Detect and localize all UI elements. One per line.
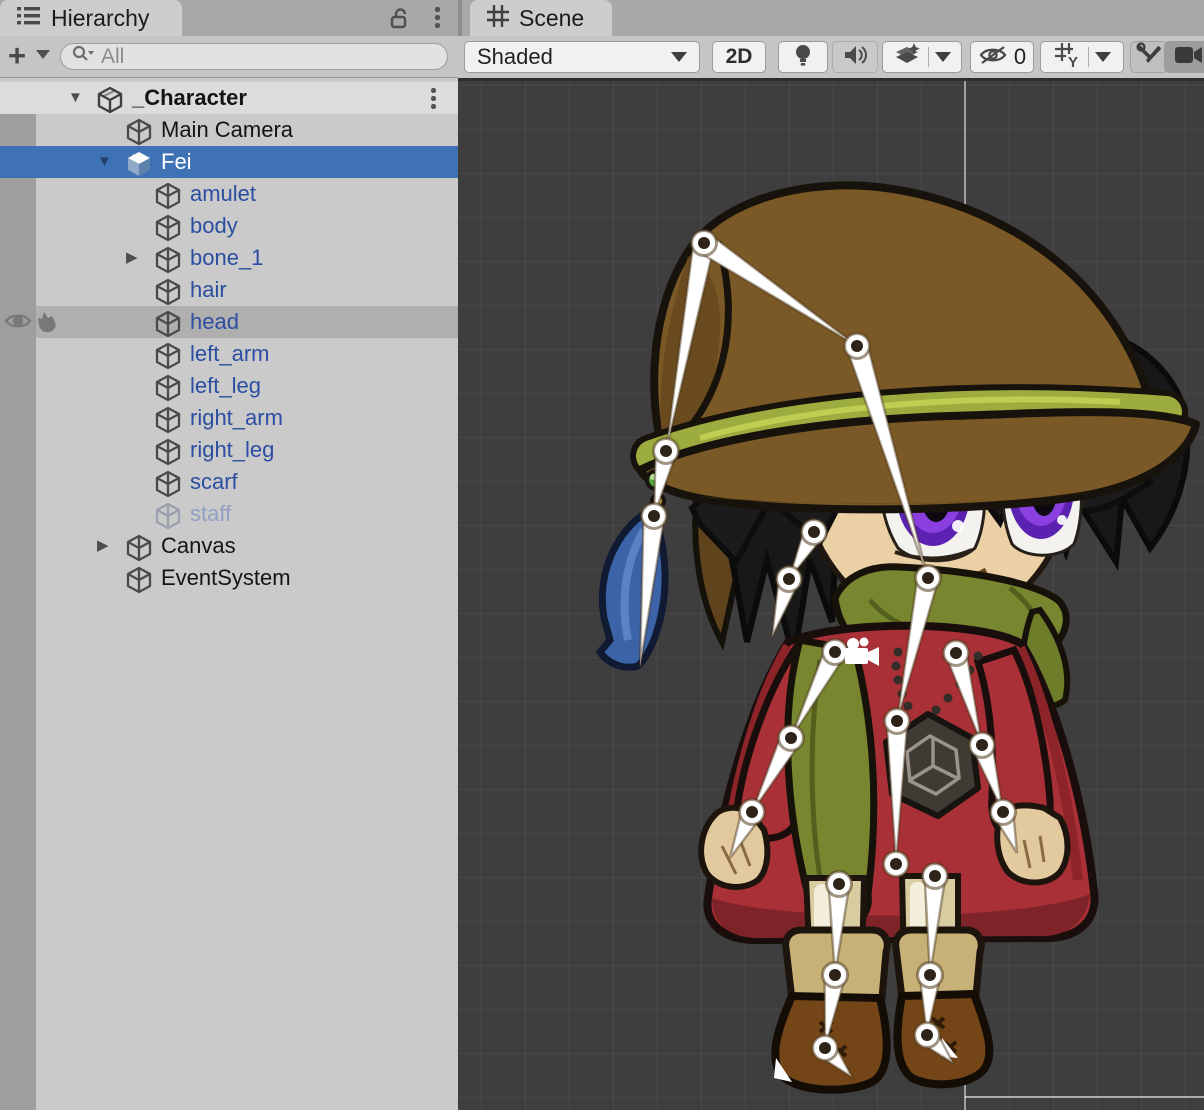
- hierarchy-row-body[interactable]: body: [0, 210, 458, 242]
- hierarchy-row-fei[interactable]: ▼ Fei: [0, 146, 458, 178]
- hierarchy-row--character[interactable]: ▼ _Character: [0, 82, 458, 114]
- object-label: left_arm: [190, 341, 269, 367]
- hierarchy-tab-label: Hierarchy: [51, 5, 149, 32]
- hierarchy-row-staff[interactable]: staff: [0, 498, 458, 530]
- separator: [928, 47, 929, 67]
- scene-toolbar: Shaded 2D: [458, 36, 1204, 78]
- 2d-label: 2D: [726, 45, 753, 69]
- cube-icon: [125, 566, 153, 600]
- object-label: Main Camera: [161, 117, 293, 143]
- search-placeholder: All: [101, 45, 124, 69]
- object-label: left_leg: [190, 373, 261, 399]
- object-label: body: [190, 213, 238, 239]
- hidden-objects-button[interactable]: 0: [970, 41, 1034, 73]
- pick-hand-icon[interactable]: [34, 309, 60, 341]
- object-label: right_arm: [190, 405, 283, 431]
- hierarchy-row-eventsystem[interactable]: EventSystem: [0, 562, 458, 594]
- object-label: amulet: [190, 181, 256, 207]
- hierarchy-row-right-leg[interactable]: right_leg: [0, 434, 458, 466]
- toggle-2d-button[interactable]: 2D: [712, 41, 766, 73]
- object-label: hair: [190, 277, 227, 303]
- audio-icon: [843, 44, 867, 71]
- hierarchy-row-scarf[interactable]: scarf: [0, 466, 458, 498]
- foldout-closed-icon[interactable]: ▶: [126, 250, 138, 266]
- hierarchy-row-amulet[interactable]: amulet: [0, 178, 458, 210]
- svg-text:Y: Y: [1068, 54, 1078, 68]
- unity-editor-window: Hierarchy + All ▼ _Character Main Camera ▼ F…: [0, 0, 1204, 1110]
- list-icon: [16, 4, 42, 33]
- lighting-toggle-button[interactable]: [778, 41, 828, 73]
- lightbulb-icon: [792, 43, 814, 72]
- object-label: scarf: [190, 469, 238, 495]
- add-object-button[interactable]: +: [8, 38, 26, 74]
- hierarchy-row-right-arm[interactable]: right_arm: [0, 402, 458, 434]
- foldout-open-icon[interactable]: ▼: [68, 90, 83, 106]
- grid-settings-icon: Y: [1054, 42, 1082, 73]
- hierarchy-row-canvas[interactable]: ▶ Canvas: [0, 530, 458, 562]
- tools-icon: [1136, 42, 1162, 73]
- hierarchy-row-bone-1[interactable]: ▶ bone_1: [0, 242, 458, 274]
- scene-viewport[interactable]: [458, 78, 1204, 1110]
- object-label: bone_1: [190, 245, 263, 271]
- hierarchy-tabbar: Hierarchy: [0, 0, 458, 36]
- chevron-down-icon: [1095, 52, 1111, 62]
- object-label: _Character: [132, 85, 247, 111]
- tab-scene[interactable]: Scene: [470, 0, 612, 36]
- object-label: right_leg: [190, 437, 274, 463]
- eye-hidden-icon: [978, 43, 1008, 72]
- camera-overlay-zone[interactable]: [1164, 41, 1204, 73]
- chevron-down-icon: [671, 52, 687, 62]
- object-label: head: [190, 309, 239, 335]
- add-object-dropdown-icon[interactable]: [36, 50, 50, 59]
- foldout-closed-icon[interactable]: ▶: [97, 538, 109, 554]
- hierarchy-row-hair[interactable]: hair: [0, 274, 458, 306]
- tools-button[interactable]: [1130, 41, 1168, 73]
- grid-icon: [486, 4, 510, 33]
- draw-mode-label: Shaded: [477, 44, 553, 70]
- audio-toggle-button[interactable]: [832, 41, 878, 73]
- scene-panel: Scene Shaded 2D: [458, 0, 1204, 1110]
- effects-icon: [894, 42, 922, 73]
- hierarchy-rows: ▼ _Character Main Camera ▼ Fei amulet body ▶ bon…: [0, 82, 458, 1110]
- draw-mode-dropdown[interactable]: Shaded: [464, 41, 700, 73]
- camera-gizmo-icon: [458, 78, 1204, 1110]
- hierarchy-search-input[interactable]: All: [60, 43, 448, 70]
- chevron-down-icon: [935, 52, 951, 62]
- hierarchy-panel: Hierarchy + All ▼ _Character Main Camera ▼ F…: [0, 0, 458, 1110]
- hierarchy-toolbar: + All: [0, 36, 458, 78]
- separator: [1088, 47, 1089, 67]
- scene-tabbar: Scene: [458, 0, 1204, 36]
- effects-dropdown[interactable]: [882, 41, 962, 73]
- foldout-open-icon[interactable]: ▼: [97, 154, 112, 170]
- object-label: Fei: [161, 149, 192, 175]
- kebab-menu-icon[interactable]: [431, 88, 436, 112]
- tab-hierarchy[interactable]: Hierarchy: [0, 0, 182, 36]
- hierarchy-row-left-leg[interactable]: left_leg: [0, 370, 458, 402]
- hierarchy-row-left-arm[interactable]: left_arm: [0, 338, 458, 370]
- scene-tab-label: Scene: [519, 5, 584, 32]
- camera-icon: [1174, 44, 1204, 71]
- object-label: Canvas: [161, 533, 236, 559]
- hierarchy-row-head[interactable]: head: [0, 306, 458, 338]
- object-label: staff: [190, 501, 231, 527]
- search-icon: [71, 44, 95, 69]
- object-label: EventSystem: [161, 565, 291, 591]
- hierarchy-row-main-camera[interactable]: Main Camera: [0, 114, 458, 146]
- grid-settings-dropdown[interactable]: Y: [1040, 41, 1124, 73]
- unlock-icon[interactable]: [388, 7, 412, 36]
- kebab-menu-icon[interactable]: [435, 7, 440, 31]
- eye-icon[interactable]: [4, 309, 32, 339]
- hidden-count: 0: [1014, 44, 1026, 70]
